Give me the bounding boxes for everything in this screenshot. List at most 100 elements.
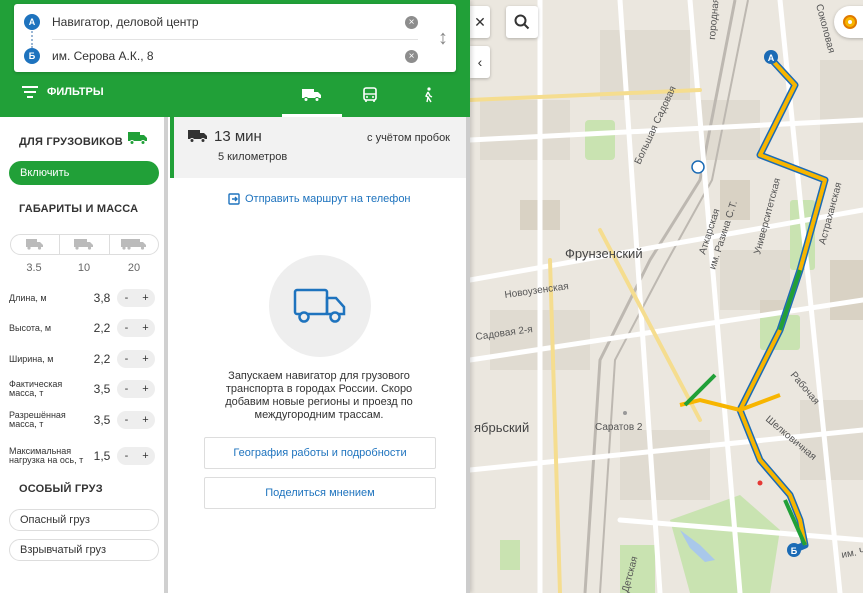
param-label: Максимальная нагрузка на ось, т [9, 446, 84, 465]
map-pin-a[interactable]: A [764, 50, 778, 64]
param-value[interactable]: 2,2 [87, 352, 117, 366]
geography-button[interactable]: География работы и подробности [204, 437, 436, 469]
point-a-input[interactable]: Навигатор, деловой центр [52, 15, 405, 29]
tab-truck[interactable] [282, 81, 342, 117]
svg-text:Б: Б [791, 546, 798, 556]
search-icon [514, 14, 530, 30]
content-scrollbar[interactable] [466, 117, 470, 593]
point-b-input[interactable]: им. Серова А.К., 8 [52, 49, 405, 63]
send-to-phone-label: Отправить маршрут на телефон [245, 193, 411, 205]
param-value[interactable]: 3,5 [87, 413, 117, 427]
route-inputs: A Навигатор, деловой центр × Б им. Серов… [14, 4, 456, 72]
minus-button[interactable]: - [117, 319, 136, 337]
param-actual-mass: Фактическая масса, т 3,5 - + [9, 378, 159, 400]
dims-heading: ГАБАРИТЫ И МАССА [19, 203, 139, 215]
pedestrian-icon [425, 87, 433, 103]
collapse-panel-button[interactable]: ‹ [470, 46, 490, 78]
map-search-button[interactable] [506, 6, 538, 38]
send-icon [228, 193, 240, 205]
map-label-yabrsky: ябрьский [474, 420, 529, 435]
truck-nav-info: Запускаем навигатор для грузового трансп… [225, 370, 413, 421]
param-length: Длина, м 3,8 - + [9, 287, 159, 309]
param-width: Ширина, м 2,2 - + [9, 348, 159, 370]
plus-button[interactable]: + [136, 447, 155, 465]
param-value[interactable]: 1,5 [87, 449, 117, 463]
plus-button[interactable]: + [136, 380, 155, 398]
trucks-heading: ДЛЯ ГРУЗОВИКОВ [19, 136, 123, 148]
route-point-a[interactable]: A Навигатор, деловой центр × [14, 5, 434, 39]
clear-b-icon[interactable]: × [405, 49, 418, 63]
svg-text:A: A [768, 53, 775, 63]
point-a-badge: A [24, 14, 40, 30]
truck-icon [188, 130, 207, 143]
bus-icon [363, 87, 377, 102]
param-allowed-mass: Разрешённая масса, т 3,5 - + [9, 409, 159, 431]
truck-size-label: 3.5 [26, 262, 42, 274]
minus-button[interactable]: - [117, 350, 136, 368]
traffic-button[interactable] [834, 6, 863, 38]
minus-button[interactable]: - [117, 380, 136, 398]
map-label-saratov2: Саратов 2 [595, 422, 643, 433]
truck-icon [302, 89, 321, 102]
minus-button[interactable]: - [117, 289, 136, 307]
param-stepper: - + [117, 411, 155, 429]
traffic-note: с учётом пробок [367, 132, 450, 144]
filter-icon [22, 86, 38, 98]
plus-button[interactable]: + [136, 350, 155, 368]
truck-size-label: 20 [127, 262, 141, 274]
panel-header: A Навигатор, деловой центр × Б им. Серов… [0, 0, 470, 117]
param-label: Ширина, м [9, 353, 54, 364]
plus-button[interactable]: + [136, 289, 155, 307]
truck-size-label: 10 [77, 262, 91, 274]
send-to-phone-link[interactable]: Отправить маршрут на телефон [228, 193, 411, 205]
truck-large-icon [120, 239, 146, 250]
param-stepper: - + [117, 319, 155, 337]
param-stepper: - + [117, 380, 155, 398]
param-value[interactable]: 3,8 [87, 291, 117, 305]
param-stepper: - + [117, 447, 155, 465]
minus-button[interactable]: - [117, 447, 136, 465]
truck-size-medium[interactable] [60, 235, 110, 254]
map-pin-b[interactable]: Б [787, 543, 801, 557]
truck-size-selector [10, 234, 159, 255]
truck-settings: ДЛЯ ГРУЗОВИКОВ Включить ГАБАРИТЫ И МАССА… [0, 117, 167, 593]
truck-size-large[interactable] [110, 235, 158, 254]
sidebar-scrollbar[interactable] [164, 117, 168, 593]
route-point-b[interactable]: Б им. Серова А.К., 8 × [14, 39, 434, 73]
plus-button[interactable]: + [136, 319, 155, 337]
traffic-gear-icon [843, 15, 857, 29]
feedback-button[interactable]: Поделиться мнением [204, 477, 436, 509]
close-icon: ✕ [474, 13, 486, 30]
clear-a-icon[interactable]: × [405, 15, 418, 29]
special-heading: ОСОБЫЙ ГРУЗ [19, 483, 103, 495]
tab-pedestrian[interactable] [398, 81, 458, 109]
param-value[interactable]: 2,2 [87, 321, 117, 335]
param-value[interactable]: 3,5 [87, 382, 117, 396]
param-stepper: - + [117, 350, 155, 368]
plus-button[interactable]: + [136, 411, 155, 429]
explosive-cargo-toggle[interactable]: Взрывчатый груз [9, 539, 159, 561]
truck-icon [128, 132, 147, 145]
map-label-frunzensky: Фрунзенский [565, 246, 643, 261]
minus-button[interactable]: - [117, 411, 136, 429]
swap-icon[interactable]: ↕ [436, 26, 450, 50]
close-panel-button[interactable]: ✕ [470, 6, 490, 38]
param-stepper: - + [117, 289, 155, 307]
tab-bus[interactable] [340, 81, 400, 109]
point-b-badge: Б [24, 48, 40, 64]
param-label: Длина, м [9, 292, 47, 303]
truck-illustration [269, 255, 371, 357]
param-height: Высота, м 2,2 - + [9, 317, 159, 339]
filters-button[interactable]: ФИЛЬТРЫ [22, 86, 104, 98]
param-label: Фактическая масса, т [9, 379, 63, 398]
filters-label: ФИЛЬТРЫ [47, 86, 104, 98]
truck-small-icon [26, 239, 44, 250]
param-axle-load: Максимальная нагрузка на ось, т 1,5 - + [9, 442, 159, 470]
truck-size-small[interactable] [11, 235, 61, 254]
hazardous-cargo-toggle[interactable]: Опасный груз [9, 509, 159, 531]
chevron-left-icon: ‹ [477, 54, 483, 70]
truck-outline-icon [293, 288, 346, 323]
route-summary[interactable]: 13 мин 5 километров с учётом пробок [170, 117, 466, 178]
param-label: Разрешённая масса, т [9, 410, 66, 429]
enable-button[interactable]: Включить [9, 161, 159, 185]
